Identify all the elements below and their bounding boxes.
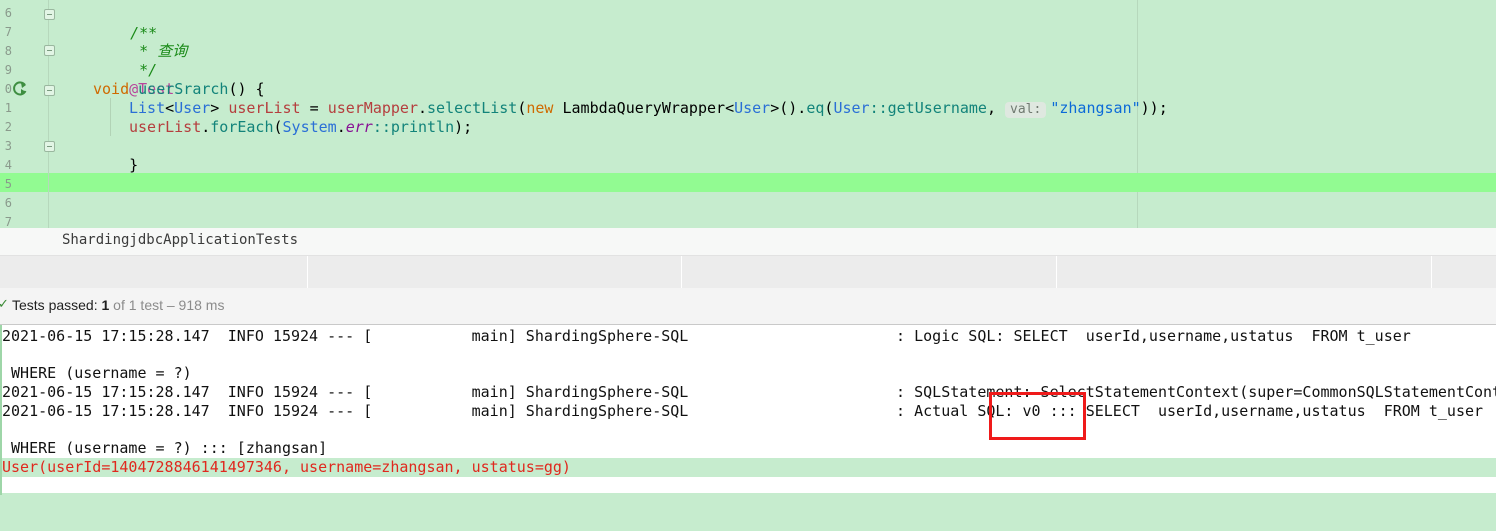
punctuation: )); <box>1140 99 1168 117</box>
punctuation: = <box>300 99 328 117</box>
log-line: 2021-06-15 17:15:28.147 INFO 15924 --- [… <box>2 402 1484 420</box>
punctuation: , <box>986 99 1006 117</box>
method-name: userSrarch <box>138 80 229 98</box>
line-number: 9 <box>4 63 12 77</box>
toolbar-divider <box>681 256 682 288</box>
method-reference: ::getUsername <box>869 99 987 117</box>
code-line: */ <box>94 42 157 79</box>
class-name: LambdaQueryWrapper <box>562 99 726 117</box>
line-number: 2 <box>4 120 12 134</box>
gutter-separator <box>48 0 49 228</box>
stderr-line: User(userId=1404728846141497346, usernam… <box>2 458 571 476</box>
punctuation: ); <box>454 118 473 136</box>
run-test-icon[interactable] <box>12 81 28 97</box>
console-output[interactable]: 2021-06-15 17:15:28.147 INFO 15924 --- [… <box>0 325 1496 531</box>
log-line: WHERE (username = ?) <box>2 364 192 382</box>
log-line: 2021-06-15 17:15:28.147 INFO 15924 --- [… <box>2 327 1411 345</box>
run-toolbar <box>0 256 1496 288</box>
punctuation: () { <box>228 80 265 98</box>
method-call: forEach <box>210 118 274 136</box>
highlight-annotation-box <box>989 392 1086 440</box>
line-number: 6 <box>4 6 12 20</box>
punctuation: . <box>418 99 428 117</box>
punctuation: < <box>725 99 735 117</box>
test-status-bar: ✓ Tests passed: 1 of 1 test – 918 ms <box>0 288 1496 325</box>
status-prefix: Tests passed: <box>12 297 102 313</box>
parameter-hint: val: <box>1005 102 1047 118</box>
current-line-highlight <box>0 173 1496 192</box>
fold-marker-icon[interactable] <box>44 9 55 20</box>
toolbar-divider <box>307 256 308 288</box>
code-line: /** <box>94 5 157 42</box>
line-number: 3 <box>4 139 12 153</box>
type-name: User <box>174 99 211 117</box>
run-tab-bar: ShardingjdbcApplicationTests <box>0 228 1496 256</box>
method-call: eq <box>806 99 825 117</box>
code-line: * 查询 <box>94 23 187 60</box>
punctuation: . <box>336 118 346 136</box>
variable: userList <box>129 118 202 136</box>
code-line: } <box>93 137 138 174</box>
fold-marker-icon[interactable] <box>44 85 55 96</box>
console-bottom-area <box>0 493 1496 531</box>
status-suffix: of 1 test – 918 ms <box>109 297 225 313</box>
line-number: 4 <box>4 158 12 172</box>
static-field: err <box>345 118 373 136</box>
check-icon: ✓ <box>0 297 9 312</box>
punctuation: } <box>129 156 139 174</box>
code-line: void userSrarch() { <box>93 80 265 99</box>
line-number: 6 <box>4 196 12 210</box>
punctuation: . <box>201 118 211 136</box>
punctuation: < <box>165 99 175 117</box>
variable: userMapper <box>327 99 418 117</box>
code-line: List<User> userList = userMapper.selectL… <box>129 99 1168 118</box>
type-name: List <box>129 99 166 117</box>
fold-marker-icon[interactable] <box>44 45 55 56</box>
line-number: 5 <box>4 177 12 191</box>
variable: userList <box>228 99 301 117</box>
run-config-tab[interactable]: ShardingjdbcApplicationTests <box>62 232 298 248</box>
keyword: new <box>526 99 554 117</box>
log-line: 2021-06-15 17:15:28.147 INFO 15924 --- [… <box>2 383 1496 401</box>
log-line: WHERE (username = ?) ::: [zhangsan] <box>2 439 328 457</box>
punctuation: ( <box>273 118 283 136</box>
keyword: void <box>93 80 130 98</box>
line-number: 0 <box>4 82 12 96</box>
fold-marker-icon[interactable] <box>44 141 55 152</box>
code-line: userList.forEach(System.err::println); <box>129 118 472 137</box>
code-line: @Test <box>93 61 174 98</box>
method-call: selectList <box>427 99 518 117</box>
type-name: User <box>833 99 870 117</box>
line-number: 7 <box>4 25 12 39</box>
test-status-text: Tests passed: 1 of 1 test – 918 ms <box>12 297 224 313</box>
toolbar-divider <box>1431 256 1432 288</box>
method-reference: ::println <box>372 118 455 136</box>
line-number: 8 <box>4 44 12 58</box>
punctuation: > <box>210 99 229 117</box>
type-name: System <box>282 118 337 136</box>
punctuation: >(). <box>770 99 807 117</box>
line-number: 7 <box>4 215 12 228</box>
code-editor[interactable]: 6 7 8 9 0 1 2 3 4 5 6 7 /** * 查询 */ @Tes… <box>0 0 1496 228</box>
type-name: User <box>734 99 771 117</box>
toolbar-divider <box>1056 256 1057 288</box>
string-literal: "zhangsan" <box>1050 99 1141 117</box>
line-number: 1 <box>4 101 12 115</box>
